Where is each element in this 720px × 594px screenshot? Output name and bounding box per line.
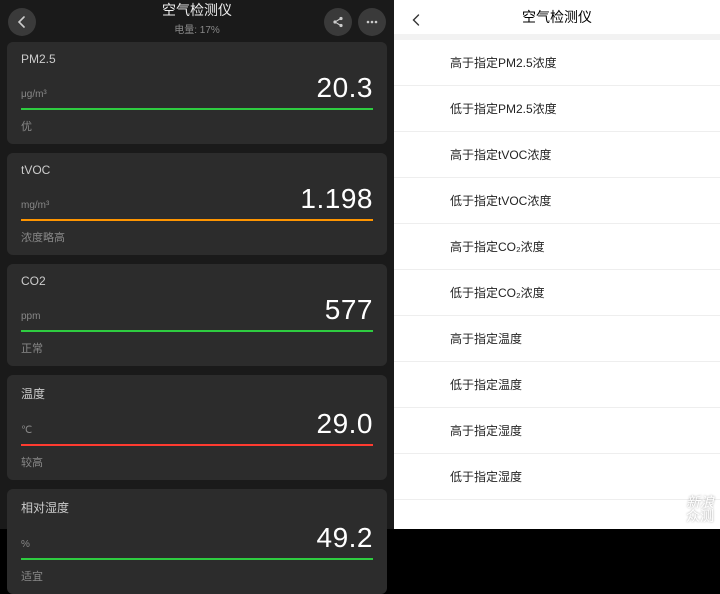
metric-value: 1.198 xyxy=(300,183,373,215)
metric-card-tvoc[interactable]: tVOC mg/m³ 1.198 浓度略高 xyxy=(7,153,387,255)
right-header: 空气检测仪 xyxy=(394,0,720,40)
metric-value: 20.3 xyxy=(317,72,374,104)
more-icon xyxy=(365,15,379,29)
metric-name: CO2 xyxy=(21,274,373,288)
metric-row: ppm 577 xyxy=(21,294,373,326)
metric-unit: % xyxy=(21,539,30,550)
list-item[interactable]: 高于指定温度 xyxy=(394,316,720,362)
metric-card-humidity[interactable]: 相对湿度 % 49.2 适宜 xyxy=(7,489,387,594)
metric-unit: ℃ xyxy=(21,425,32,436)
metric-card-temperature[interactable]: 温度 ℃ 29.0 较高 xyxy=(7,375,387,480)
left-header: 空气检测仪 电量: 17% xyxy=(0,0,394,36)
metric-row: mg/m³ 1.198 xyxy=(21,183,373,215)
metric-name: PM2.5 xyxy=(21,52,373,66)
metric-row: μg/m³ 20.3 xyxy=(21,72,373,104)
metric-bar xyxy=(21,219,373,221)
metric-value: 577 xyxy=(325,294,373,326)
back-button[interactable] xyxy=(404,8,428,32)
share-button[interactable] xyxy=(324,8,352,36)
metric-status: 较高 xyxy=(21,454,373,470)
left-subtitle: 电量: 17% xyxy=(162,21,232,36)
metric-unit: μg/m³ xyxy=(21,89,47,100)
right-title: 空气检测仪 xyxy=(522,7,592,27)
right-list: 高于指定PM2.5浓度 低于指定PM2.5浓度 高于指定tVOC浓度 低于指定t… xyxy=(394,40,720,529)
watermark-line1: 新浪 xyxy=(686,495,714,509)
metric-unit: mg/m³ xyxy=(21,200,49,211)
list-item[interactable]: 高于指定PM2.5浓度 xyxy=(394,40,720,86)
chevron-left-icon xyxy=(411,13,421,27)
metric-name: 温度 xyxy=(21,385,373,402)
metric-card-co2[interactable]: CO2 ppm 577 正常 xyxy=(7,264,387,366)
more-button[interactable] xyxy=(358,8,386,36)
list-item[interactable]: 低于指定PM2.5浓度 xyxy=(394,86,720,132)
list-item[interactable]: 高于指定湿度 xyxy=(394,408,720,454)
share-icon xyxy=(331,15,345,29)
metric-status: 正常 xyxy=(21,340,373,356)
metric-unit: ppm xyxy=(21,311,40,322)
left-pane: 空气检测仪 电量: 17% PM2.5 μg/m³ 20.3 优 tVOC mg… xyxy=(0,0,394,529)
metric-card-pm25[interactable]: PM2.5 μg/m³ 20.3 优 xyxy=(7,42,387,144)
metric-value: 49.2 xyxy=(317,522,374,554)
metric-bar xyxy=(21,558,373,560)
metric-value: 29.0 xyxy=(317,408,374,440)
list-item[interactable]: 低于指定tVOC浓度 xyxy=(394,178,720,224)
metric-bar xyxy=(21,330,373,332)
metric-bar xyxy=(21,108,373,110)
metric-status: 浓度略高 xyxy=(21,229,373,245)
list-item[interactable]: 低于指定CO₂浓度 xyxy=(394,270,720,316)
back-button[interactable] xyxy=(8,8,36,36)
left-title-block: 空气检测仪 电量: 17% xyxy=(162,0,232,36)
metric-status: 优 xyxy=(21,118,373,134)
list-item[interactable]: 高于指定CO₂浓度 xyxy=(394,224,720,270)
metric-status: 适宜 xyxy=(21,568,373,584)
metric-name: tVOC xyxy=(21,163,373,177)
right-pane: 空气检测仪 高于指定PM2.5浓度 低于指定PM2.5浓度 高于指定tVOC浓度… xyxy=(394,0,720,529)
left-header-actions xyxy=(324,8,386,36)
list-item[interactable]: 低于指定湿度 xyxy=(394,454,720,500)
cards-container: PM2.5 μg/m³ 20.3 优 tVOC mg/m³ 1.198 浓度略高… xyxy=(0,36,394,594)
metric-name: 相对湿度 xyxy=(21,499,373,516)
list-item[interactable]: 高于指定tVOC浓度 xyxy=(394,132,720,178)
metric-row: % 49.2 xyxy=(21,522,373,554)
watermark: 新浪 众测 xyxy=(686,495,714,523)
watermark-line2: 众测 xyxy=(686,509,714,523)
metric-row: ℃ 29.0 xyxy=(21,408,373,440)
left-title: 空气检测仪 xyxy=(162,0,232,20)
metric-bar xyxy=(21,444,373,446)
chevron-left-icon xyxy=(17,16,27,28)
list-item[interactable]: 低于指定温度 xyxy=(394,362,720,408)
